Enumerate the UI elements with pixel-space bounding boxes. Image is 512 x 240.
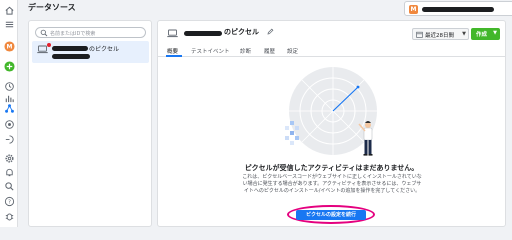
active-tab-indicator [166, 55, 182, 57]
pixel-title: のピクセル [224, 28, 259, 36]
redacted-text [52, 46, 88, 51]
search-icon [40, 29, 48, 37]
top-bar: データソース M ▼ [18, 0, 512, 19]
target-icon[interactable] [3, 118, 15, 130]
pixel-list-panel: 名前またはIDで検索 のピクセル [28, 20, 152, 227]
audience-icon[interactable] [3, 133, 15, 145]
network-icon[interactable] [3, 102, 15, 114]
continue-pixel-setup-button[interactable]: ピクセルの設定を続行 [296, 210, 366, 220]
tab-bar: 概要 テストイベント 診断 履歴 設定 [158, 45, 505, 57]
chevron-down-icon: ▼ [493, 30, 497, 36]
account-badge: M [409, 5, 418, 14]
date-range-selector[interactable]: 最近28日間 ▼ [412, 28, 469, 40]
chevron-down-icon: ▼ [462, 31, 466, 37]
radar-illustration [285, 67, 377, 156]
laptop-icon [167, 29, 178, 38]
tab-history[interactable]: 履歴 [264, 47, 275, 55]
search-placeholder: 名前またはIDで検索 [50, 31, 96, 37]
pixel-item-label: のピクセル [89, 46, 120, 53]
account-icon[interactable]: M [3, 40, 15, 52]
create-button-label: 作成 [476, 32, 488, 38]
pixel-detail-panel: のピクセル 最近28日間 ▼ 作成 ▼ 概要 テストイベント 診断 履歴 設定 [157, 20, 506, 227]
svg-text:M: M [6, 43, 12, 50]
menu-icon[interactable] [3, 18, 15, 30]
calendar-icon [416, 31, 423, 38]
empty-state-description: これは、ピクセルベースコードがウェブサイトに正しくインストールされていない場合に… [242, 174, 422, 194]
add-icon[interactable] [3, 60, 15, 72]
pixel-list-item[interactable]: のピクセル [32, 41, 149, 63]
clock-icon[interactable] [3, 80, 15, 92]
alert-dot-icon [47, 43, 51, 47]
tab-test-events[interactable]: テストイベント [191, 47, 230, 55]
account-name-redacted [422, 7, 494, 12]
home-icon[interactable] [3, 4, 15, 16]
bell-icon[interactable] [3, 166, 15, 178]
tab-overview[interactable]: 概要 [167, 47, 178, 55]
redacted-text [184, 31, 222, 36]
left-icon-rail: M ? [0, 0, 18, 227]
tab-diagnostics[interactable]: 診断 [240, 47, 251, 55]
bug-icon[interactable] [3, 210, 15, 222]
pencil-icon[interactable] [267, 28, 274, 35]
date-range-label: 最近28日間 [425, 33, 454, 39]
search-icon[interactable] [3, 180, 15, 192]
laptop-icon [37, 45, 48, 54]
help-icon[interactable]: ? [3, 195, 15, 207]
search-input[interactable]: 名前またはIDで検索 [35, 27, 146, 38]
settings-icon[interactable] [3, 152, 15, 164]
tab-settings[interactable]: 設定 [287, 47, 298, 55]
svg-text:?: ? [8, 199, 11, 205]
empty-state-title: ピクセルが受信したアクティビティはまだありません。 [244, 164, 419, 172]
create-button[interactable]: 作成 ▼ [471, 28, 500, 40]
redacted-text [52, 54, 90, 59]
page-title: データソース [28, 3, 76, 12]
account-selector[interactable]: M ▼ [404, 1, 512, 16]
